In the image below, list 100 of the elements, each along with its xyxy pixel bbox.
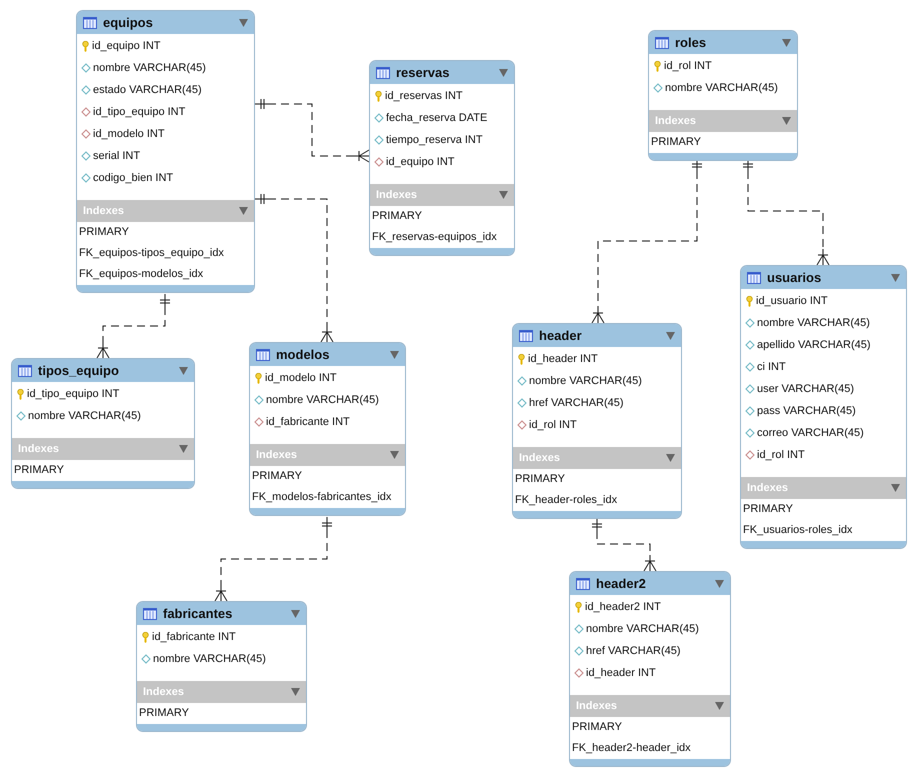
indexes-label: Indexes <box>376 189 418 201</box>
table-name: tipos_equipo <box>38 363 120 378</box>
key-icon <box>745 296 754 306</box>
index-name: PRIMARY <box>742 502 794 517</box>
diamond-icon <box>745 384 755 394</box>
collapse-arrow-icon[interactable] <box>179 445 188 453</box>
column-name: id_header INT <box>586 667 656 679</box>
table-icon <box>655 36 669 48</box>
table-icon <box>18 364 32 376</box>
column-name: nombre VARCHAR(45) <box>757 317 870 329</box>
column-name: id_modelo INT <box>93 128 165 140</box>
diamond-icon <box>745 318 755 328</box>
column-name: pass VARCHAR(45) <box>757 405 856 417</box>
column-name: nombre VARCHAR(45) <box>266 394 379 406</box>
column-name: fecha_reserva DATE <box>386 112 488 124</box>
indexes-label: Indexes <box>519 452 561 464</box>
index-name: FK_header2-header_idx <box>571 741 692 756</box>
column-name: id_tipo_equipo INT <box>27 388 120 400</box>
diamond-icon <box>745 340 755 350</box>
index-name: FK_modelos-fabricantes_idx <box>251 490 392 505</box>
diamond-icon <box>745 406 755 416</box>
column-name: nombre VARCHAR(45) <box>28 410 141 422</box>
table-card[interactable]: header2 id_header2 INT nombre VARCHAR(45) href VARCHAR(45) id_header INT Indexes PRIMARY FK_header2-header_idx <box>569 571 731 767</box>
collapse-arrow-icon[interactable] <box>239 18 248 26</box>
diamond-icon <box>141 654 151 664</box>
key-icon <box>574 602 583 612</box>
diamond-icon <box>81 129 91 139</box>
table-icon <box>747 272 761 284</box>
collapse-arrow-icon[interactable] <box>666 332 675 340</box>
key-icon <box>16 388 25 400</box>
column-name: id_equipo INT <box>386 156 454 168</box>
index-name: PRIMARY <box>138 706 190 721</box>
table-card[interactable]: tipos_equipo id_tipo_equipo INT nombre VARCHAR(45) Indexes PRIMARY <box>11 358 195 489</box>
table-name: modelos <box>276 347 330 362</box>
indexes-label: Indexes <box>18 443 60 455</box>
indexes-label: Indexes <box>747 482 789 494</box>
collapse-arrow-icon[interactable] <box>499 191 508 199</box>
column-name: correo VARCHAR(45) <box>757 427 864 439</box>
diamond-icon <box>81 107 91 117</box>
column-name: id_tipo_equipo INT <box>93 106 186 118</box>
column-name: id_modelo INT <box>265 372 337 384</box>
table-card[interactable]: fabricantes id_fabricante INT nombre VARCHAR(45) Indexes PRIMARY <box>136 601 307 732</box>
column-name: id_usuario INT <box>756 295 828 307</box>
table-icon <box>256 348 270 360</box>
diamond-icon <box>254 395 264 405</box>
index-name: PRIMARY <box>78 225 130 240</box>
collapse-arrow-icon[interactable] <box>891 484 900 492</box>
index-name: PRIMARY <box>571 720 623 735</box>
column-name: id_rol INT <box>664 60 712 72</box>
collapse-arrow-icon[interactable] <box>499 68 508 76</box>
column-name: id_equipo INT <box>92 40 160 52</box>
diamond-icon <box>574 668 584 678</box>
table-icon <box>576 578 590 590</box>
index-name: FK_usuarios-roles_idx <box>742 523 854 538</box>
indexes-label: Indexes <box>256 449 298 461</box>
index-name: PRIMARY <box>514 472 566 487</box>
indexes-label: Indexes <box>655 115 697 127</box>
collapse-arrow-icon[interactable] <box>715 580 724 588</box>
column-name: codigo_bien INT <box>93 172 174 184</box>
diamond-icon <box>81 63 91 73</box>
diamond-icon <box>254 417 264 427</box>
diamond-icon <box>574 624 584 634</box>
collapse-arrow-icon[interactable] <box>666 454 675 462</box>
table-icon <box>519 330 533 342</box>
indexes-label: Indexes <box>83 205 125 217</box>
diamond-icon <box>81 85 91 95</box>
table-card[interactable]: roles id_rol INT nombre VARCHAR(45) Indexes PRIMARY <box>648 30 798 161</box>
indexes-label: Indexes <box>576 700 618 712</box>
table-card[interactable]: equipos id_equipo INT nombre VARCHAR(45) estado VARCHAR(45) id_tipo_equipo INT id_modelo INT serial INT codigo_bien INT Indexes PRIMARY FK_equipos-tipos_equipo_idx FK_equipos-modelos_idx <box>76 10 255 293</box>
diamond-icon <box>81 173 91 183</box>
table-card[interactable]: header id_header INT nombre VARCHAR(45) href VARCHAR(45) id_rol INT Indexes PRIMARY FK_header-roles_idx <box>512 323 682 519</box>
collapse-arrow-icon[interactable] <box>782 117 791 125</box>
diamond-icon <box>517 376 527 386</box>
indexes-label: Indexes <box>143 686 185 698</box>
column-name: id_header INT <box>528 353 598 365</box>
table-card[interactable]: usuarios id_usuario INT nombre VARCHAR(45) apellido VARCHAR(45) ci INT user VARCHAR(45) pass VARCHAR(45) correo VARCHAR(45) id_rol INT Indexes PRIMARY FK_usuarios-roles_idx <box>740 265 907 549</box>
column-name: ci INT <box>757 361 786 373</box>
diamond-icon <box>374 157 384 167</box>
collapse-arrow-icon[interactable] <box>291 688 300 696</box>
collapse-arrow-icon[interactable] <box>715 702 724 710</box>
diamond-icon <box>517 398 527 408</box>
column-name: serial INT <box>93 150 140 162</box>
table-name: reservas <box>396 65 450 80</box>
index-name: PRIMARY <box>650 135 702 150</box>
collapse-arrow-icon[interactable] <box>291 610 300 618</box>
diamond-icon <box>745 450 755 460</box>
collapse-arrow-icon[interactable] <box>179 366 188 374</box>
table-card[interactable]: reservas id_reservas INT fecha_reserva DATE tiempo_reserva INT id_equipo INT Indexes PRIMARY FK_reservas-equipos_idx <box>369 60 515 256</box>
column-name: id_rol INT <box>529 419 577 431</box>
table-card[interactable]: modelos id_modelo INT nombre VARCHAR(45) id_fabricante INT Indexes PRIMARY FK_modelos-fabricantes_idx <box>249 342 406 516</box>
collapse-arrow-icon[interactable] <box>891 274 900 282</box>
diamond-icon <box>745 362 755 372</box>
collapse-arrow-icon[interactable] <box>782 38 791 46</box>
relationship-line <box>592 518 656 572</box>
collapse-arrow-icon[interactable] <box>390 451 399 459</box>
collapse-arrow-icon[interactable] <box>239 207 248 215</box>
collapse-arrow-icon[interactable] <box>390 350 399 358</box>
index-name: FK_reservas-equipos_idx <box>371 230 498 245</box>
column-name: id_reservas INT <box>385 90 463 102</box>
table-name: roles <box>675 35 708 50</box>
